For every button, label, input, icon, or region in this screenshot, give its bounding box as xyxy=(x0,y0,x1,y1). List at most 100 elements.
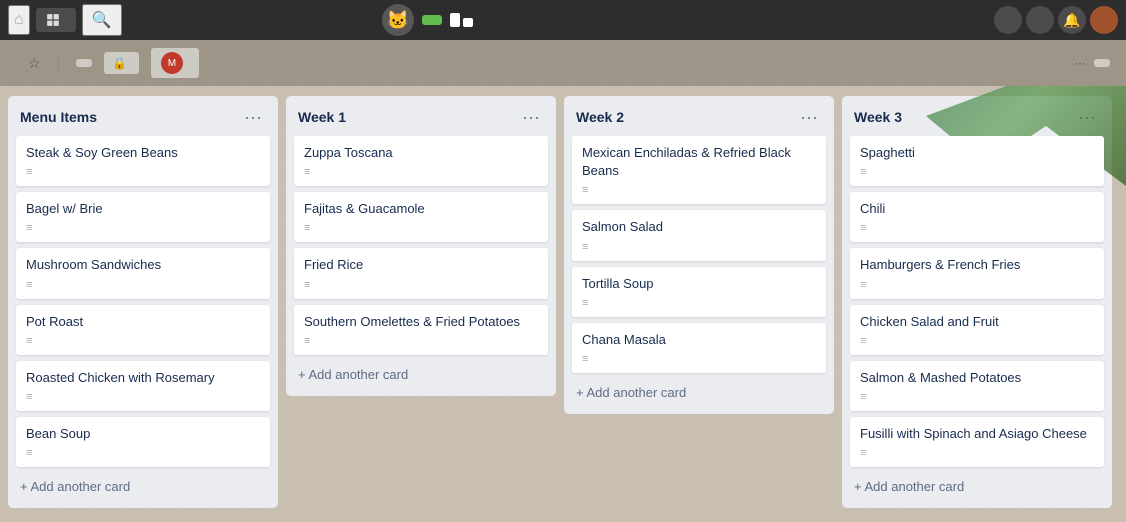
card-title: Bagel w/ Brie xyxy=(26,200,260,218)
boards-button[interactable] xyxy=(36,8,76,32)
card[interactable]: Mushroom Sandwiches ≡ xyxy=(16,248,270,298)
card-title: Chili xyxy=(860,200,1094,218)
card-title: Fajitas & Guacamole xyxy=(304,200,538,218)
logo-area: 🐱 xyxy=(382,4,479,36)
list-header-week-2: Week 2 ··· xyxy=(572,104,826,130)
card-lines-icon: ≡ xyxy=(304,279,538,291)
list-title-week-2: Week 2 xyxy=(576,109,624,125)
card-title: Salmon & Mashed Potatoes xyxy=(860,369,1094,387)
card[interactable]: Zuppa Toscana ≡ xyxy=(294,136,548,186)
card-lines-icon: ≡ xyxy=(860,222,1094,234)
card[interactable]: Chicken Salad and Fruit ≡ xyxy=(850,305,1104,355)
card-lines-icon: ≡ xyxy=(860,447,1094,459)
trello-bar-right xyxy=(463,18,473,27)
trello-bar-left xyxy=(450,13,460,27)
lock-icon: 🔒 xyxy=(112,56,127,70)
list-menu-menu-items[interactable]: ··· xyxy=(240,106,266,128)
board-canvas: Menu Items···Steak & Soy Green Beans≡Bag… xyxy=(0,86,1126,522)
card-title: Chana Masala xyxy=(582,331,816,349)
card[interactable]: Hamburgers & French Fries ≡ xyxy=(850,248,1104,298)
avatar[interactable] xyxy=(1090,6,1118,34)
personal-button[interactable] xyxy=(76,59,92,67)
list-title-week-1: Week 1 xyxy=(298,109,346,125)
card-title: Steak & Soy Green Beans xyxy=(26,144,260,162)
card-lines-icon: ≡ xyxy=(582,353,816,365)
card-title: Zuppa Toscana xyxy=(304,144,538,162)
card-lines-icon: ≡ xyxy=(582,241,816,253)
search-button[interactable]: 🔍 xyxy=(82,4,122,36)
card[interactable]: Pot Roast≡✎ xyxy=(16,305,270,355)
card-title: Roasted Chicken with Rosemary xyxy=(26,369,260,387)
card-title: Southern Omelettes & Fried Potatoes xyxy=(304,313,538,331)
card[interactable]: Fusilli with Spinach and Asiago Cheese ≡ xyxy=(850,417,1104,467)
visibility-button[interactable]: 🔒 xyxy=(104,52,139,74)
card-title: Fried Rice xyxy=(304,256,538,274)
card[interactable]: Salmon Salad ≡ xyxy=(572,210,826,260)
card[interactable]: Fried Rice ≡ xyxy=(294,248,548,298)
card-lines-icon: ≡ xyxy=(26,391,260,403)
card[interactable]: Roasted Chicken with Rosemary ≡ xyxy=(16,361,270,411)
invite-avatar: M xyxy=(161,52,183,74)
trello-icon xyxy=(450,13,473,27)
card[interactable]: Fajitas & Guacamole ≡ xyxy=(294,192,548,242)
card-title: Tortilla Soup xyxy=(582,275,816,293)
card[interactable]: Chana Masala ≡ xyxy=(572,323,826,373)
list-menu-week-1[interactable]: ··· xyxy=(518,106,544,128)
card-title: Fusilli with Spinach and Asiago Cheese xyxy=(860,425,1094,443)
card-lines-icon: ≡ xyxy=(582,184,816,196)
list-week-2: Week 2 ··· Mexican Enchiladas & Refried Bl… xyxy=(564,96,834,414)
list-week-1: Week 1···Zuppa Toscana≡Fajitas & Guacamo… xyxy=(286,96,556,396)
card-lines-icon: ≡ xyxy=(26,222,260,234)
list-week-3: Week 3···Spaghetti≡Chili≡Hamburgers & Fr… xyxy=(842,96,1112,508)
add-card-button-week-2[interactable]: + Add another card xyxy=(572,379,826,406)
new-stuff-button[interactable] xyxy=(422,15,442,25)
board-header: ☆ | 🔒 M ··· xyxy=(0,40,1126,86)
card[interactable]: Bean Soup ≡ xyxy=(16,417,270,467)
add-card-button-week-3[interactable]: + Add another card xyxy=(850,473,1104,500)
home-button[interactable]: ⌂ xyxy=(8,5,30,35)
help-button[interactable] xyxy=(1026,6,1054,34)
show-menu-button[interactable] xyxy=(1094,59,1110,67)
card-title: Mexican Enchiladas & Refried Black Beans xyxy=(582,144,816,180)
card-title: Bean Soup xyxy=(26,425,260,443)
card-lines-icon: ≡ xyxy=(304,335,538,347)
card-title: Chicken Salad and Fruit xyxy=(860,313,1094,331)
add-card-button-menu-items[interactable]: + Add another card xyxy=(16,473,270,500)
card-lines-icon: ≡ xyxy=(304,222,538,234)
card[interactable]: Mexican Enchiladas & Refried Black Beans… xyxy=(572,136,826,204)
card-lines-icon: ≡ xyxy=(26,166,260,178)
trello-logo xyxy=(450,13,479,27)
list-menu-week-2[interactable]: ··· xyxy=(796,106,822,128)
navbar-right: 🔔 xyxy=(994,6,1118,34)
list-header-menu-items: Menu Items ··· xyxy=(16,104,270,130)
list-title-menu-items: Menu Items xyxy=(20,109,97,125)
card-lines-icon: ≡ xyxy=(860,279,1094,291)
notification-button[interactable]: 🔔 xyxy=(1058,6,1086,34)
card-title: Mushroom Sandwiches xyxy=(26,256,260,274)
card-lines-icon: ≡ xyxy=(26,279,260,291)
mascot-icon: 🐱 xyxy=(382,4,414,36)
card-lines-icon: ≡ xyxy=(860,166,1094,178)
card[interactable]: Chili ≡ xyxy=(850,192,1104,242)
card-lines-icon: ≡ xyxy=(860,335,1094,347)
card[interactable]: Tortilla Soup ≡ xyxy=(572,267,826,317)
card-lines-icon: ≡ xyxy=(26,447,260,459)
board-header-right: ··· xyxy=(1074,56,1110,70)
card[interactable]: Bagel w/ Brie ≡ xyxy=(16,192,270,242)
card-lines-icon: ≡ xyxy=(860,391,1094,403)
add-card-button-week-1[interactable]: + Add another card xyxy=(294,361,548,388)
card[interactable]: Spaghetti≡ xyxy=(850,136,1104,186)
card-title: Hamburgers & French Fries xyxy=(860,256,1094,274)
card-lines-icon: ≡ xyxy=(26,335,260,347)
card-title: Salmon Salad xyxy=(582,218,816,236)
card-lines-icon: ≡ xyxy=(582,297,816,309)
list-menu-items: Menu Items···Steak & Soy Green Beans≡Bag… xyxy=(8,96,278,508)
card[interactable]: Steak & Soy Green Beans ≡ xyxy=(16,136,270,186)
invite-button[interactable]: M xyxy=(151,48,199,78)
card-lines-icon: ≡ xyxy=(304,166,538,178)
card-title: Pot Roast xyxy=(26,313,260,331)
card[interactable]: Salmon & Mashed Potatoes ≡ xyxy=(850,361,1104,411)
card[interactable]: Southern Omelettes & Fried Potatoes ≡ xyxy=(294,305,548,355)
star-icon[interactable]: ☆ xyxy=(28,55,41,72)
add-button[interactable] xyxy=(994,6,1022,34)
